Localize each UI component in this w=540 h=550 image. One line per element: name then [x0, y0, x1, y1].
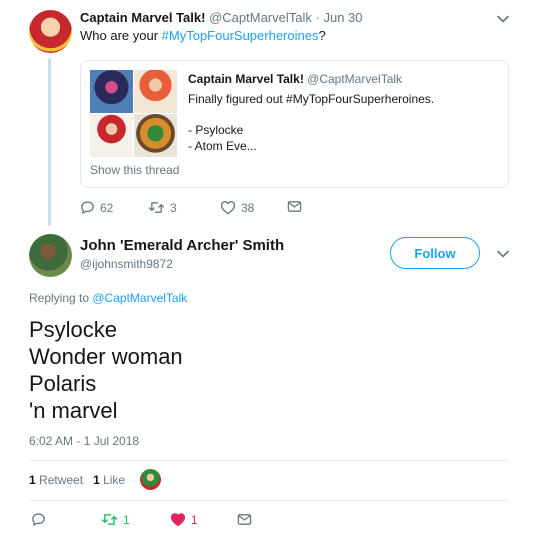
heart-icon	[220, 201, 236, 215]
tweet-header: Captain Marvel Talk! @CaptMarvelTalk · J…	[80, 10, 363, 25]
author-handle[interactable]: @CaptMarvelTalk	[209, 10, 312, 25]
author-name[interactable]: Captain Marvel Talk!	[80, 10, 205, 25]
retweet-stat[interactable]: 1 Retweet	[29, 473, 83, 487]
engagement-stats: 1 Retweet 1 Like	[29, 473, 125, 487]
chevron-down-icon[interactable]	[496, 247, 510, 261]
media-thumb[interactable]	[134, 70, 177, 113]
media-thumb[interactable]	[90, 70, 133, 113]
reply-action[interactable]: 62	[80, 200, 113, 215]
chevron-down-icon[interactable]	[496, 12, 510, 26]
quoted-media-grid[interactable]	[90, 70, 177, 157]
envelope-icon	[287, 201, 302, 212]
replying-to-link[interactable]: @CaptMarvelTalk	[92, 291, 187, 305]
reply-icon	[32, 513, 45, 526]
retweet-action[interactable]: 1	[101, 512, 130, 527]
reply-icon	[81, 201, 94, 214]
divider	[29, 460, 509, 461]
retweet-count: 3	[170, 200, 177, 215]
reply-action[interactable]	[31, 512, 46, 527]
quoted-text: Finally figured out #MyTopFourSuperheroi…	[188, 92, 435, 153]
quoted-header: Captain Marvel Talk! @CaptMarvelTalk	[188, 72, 402, 86]
liker-avatar[interactable]	[140, 469, 161, 490]
reply-author-name[interactable]: John 'Emerald Archer' Smith	[80, 237, 284, 254]
tweet-date[interactable]: Jun 30	[323, 10, 362, 25]
follow-button[interactable]: Follow	[390, 237, 480, 269]
reply-line: 'n marvel	[29, 398, 118, 423]
replying-to: Replying to @CaptMarvelTalk	[29, 291, 188, 305]
reply-count: 62	[100, 200, 114, 215]
reply-line: Polaris	[29, 371, 97, 396]
envelope-icon	[237, 514, 252, 525]
reply-author-handle[interactable]: @ijohnsmith9872	[80, 257, 173, 271]
quoted-author-handle: @CaptMarvelTalk	[307, 72, 403, 86]
like-stat[interactable]: 1 Like	[93, 473, 125, 487]
like-action[interactable]: 1	[170, 512, 198, 527]
like-count: 1	[191, 512, 198, 527]
divider	[29, 500, 509, 501]
thread-line	[48, 58, 51, 226]
quoted-author-name: Captain Marvel Talk!	[188, 72, 304, 86]
media-thumb[interactable]	[90, 114, 133, 157]
show-thread-link[interactable]: Show this thread	[90, 163, 179, 177]
reply-line: Wonder woman	[29, 344, 183, 369]
dm-action[interactable]	[237, 513, 252, 526]
like-action[interactable]: 38	[220, 200, 254, 215]
media-thumb[interactable]	[134, 114, 177, 157]
retweet-count: 1	[123, 512, 130, 527]
reply-timestamp[interactable]: 6:02 AM - 1 Jul 2018	[29, 434, 139, 448]
reply-line: Psylocke	[29, 317, 118, 342]
retweet-action[interactable]: 3	[148, 200, 177, 215]
avatar[interactable]	[29, 10, 72, 53]
tweet-text: Who are your #MyTopFourSuperheroines?	[80, 28, 326, 43]
retweet-icon	[101, 514, 118, 525]
heart-icon	[170, 513, 186, 527]
hashtag-link[interactable]: #MyTopFourSuperheroines	[162, 28, 319, 43]
retweet-icon	[148, 202, 165, 213]
dm-action[interactable]	[287, 200, 302, 213]
avatar[interactable]	[29, 234, 72, 277]
like-count: 38	[241, 200, 255, 215]
reply-text: Psylocke Wonder woman Polaris 'n marvel	[29, 316, 183, 424]
